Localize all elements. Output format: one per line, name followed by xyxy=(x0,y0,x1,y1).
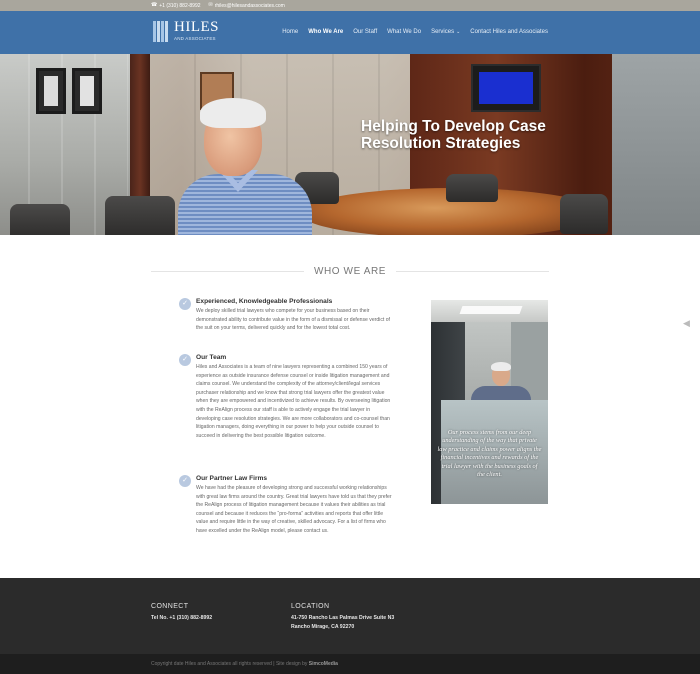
divider xyxy=(151,270,304,272)
phone-icon: ☎ xyxy=(151,2,158,8)
feature-text: We deploy skilled trial lawyers who comp… xyxy=(196,308,390,332)
nav-contact[interactable]: Contact Hiles and Associates xyxy=(470,29,548,35)
hero-bg-frame xyxy=(36,68,66,114)
side-photo-light xyxy=(459,306,523,314)
side-photo: Our process stems from our deep understa… xyxy=(431,300,548,504)
check-icon: ✓ xyxy=(179,298,191,310)
copyright: Copyright date Hiles and Associates all … xyxy=(151,661,338,667)
top-bar: ☎ +1 (310) 882-8992 ✉ rhiles@hilesandass… xyxy=(0,0,700,11)
footer-connect-title: CONNECT xyxy=(151,603,189,610)
hero-bg-chair xyxy=(560,194,608,234)
footer-location: LOCATION 41-750 Rancho Las Palmas Drive … xyxy=(291,603,394,632)
bottom-bar: Copyright date Hiles and Associates all … xyxy=(0,654,700,674)
logo-mark-icon xyxy=(153,20,171,42)
check-icon: ✓ xyxy=(179,475,191,487)
logo-subtitle: AND ASSOCIATES xyxy=(174,36,216,42)
feature-title: Experienced, Knowledgeable Professionals xyxy=(196,298,333,305)
hero-bg-chair xyxy=(10,204,70,235)
logo-name: HILES xyxy=(174,19,219,36)
footer-location-title: LOCATION xyxy=(291,603,330,610)
footer-address-line2: Rancho Mirage, CA 92270 xyxy=(291,624,355,630)
arrow-left-icon[interactable]: ◀ xyxy=(683,318,697,328)
designer-link[interactable]: SimcoMedia xyxy=(309,661,338,667)
site-logo[interactable]: HILES AND ASSOCIATES xyxy=(153,20,219,42)
main-nav: Home Who We Are Our Staff What We Do Ser… xyxy=(282,22,548,42)
footer-phone[interactable]: Tel No. +1 (310) 882-8992 xyxy=(151,614,212,623)
hero-banner: Helping To Develop Case Resolution Strat… xyxy=(0,54,700,235)
feature-title: Our Partner Law Firms xyxy=(196,475,268,482)
hero-bg-chair xyxy=(446,174,498,202)
divider xyxy=(396,270,549,272)
side-quote: Our process stems from our deep understa… xyxy=(437,429,542,479)
logo-text: HILES AND ASSOCIATES xyxy=(174,20,219,42)
chevron-down-icon: ⌄ xyxy=(456,29,461,35)
footer-connect: CONNECT Tel No. +1 (310) 882-8992 xyxy=(151,603,212,623)
section-title: WHO WE ARE xyxy=(313,265,387,277)
feature-title: Our Team xyxy=(196,354,227,361)
top-phone-text: +1 (310) 882-8992 xyxy=(159,2,201,9)
top-email-text: rhiles@hilesandassociates.com xyxy=(214,2,285,9)
hero-bg-chair xyxy=(105,196,175,235)
side-photo-person-hair xyxy=(491,362,511,371)
nav-our-staff[interactable]: Our Staff xyxy=(353,29,377,35)
hero-person-photo xyxy=(178,98,312,235)
feature-text: Hiles and Associates is a team of nine l… xyxy=(196,364,391,439)
copyright-text: Copyright date Hiles and Associates all … xyxy=(151,661,308,667)
nav-services-label: Services xyxy=(431,29,455,35)
site-header: HILES AND ASSOCIATES Home Who We Are Our… xyxy=(0,11,700,54)
top-phone[interactable]: ☎ +1 (310) 882-8992 xyxy=(151,3,201,9)
hero-bg-tv xyxy=(471,64,541,112)
top-bar-contact: ☎ +1 (310) 882-8992 ✉ rhiles@hilesandass… xyxy=(151,0,285,11)
nav-who-we-are[interactable]: Who We Are xyxy=(308,29,343,35)
nav-services[interactable]: Services ⌄ xyxy=(431,29,460,35)
nav-what-we-do[interactable]: What We Do xyxy=(387,29,421,35)
footer-address-line1: 41-750 Rancho Las Palmas Drive Suite N3 xyxy=(291,615,395,621)
check-icon: ✓ xyxy=(179,354,191,366)
nav-home[interactable]: Home xyxy=(282,29,298,35)
section-heading: WHO WE ARE xyxy=(151,263,549,279)
hero-title: Helping To Develop Case Resolution Strat… xyxy=(361,118,546,152)
envelope-icon: ✉ xyxy=(208,2,213,8)
feature-text: We have had the pleasure of developing s… xyxy=(196,485,392,534)
hero-bg-window xyxy=(612,54,700,235)
site-footer: CONNECT Tel No. +1 (310) 882-8992 LOCATI… xyxy=(0,578,700,654)
hero-bg-frame xyxy=(72,68,102,114)
top-email[interactable]: ✉ rhiles@hilesandassociates.com xyxy=(209,3,285,9)
